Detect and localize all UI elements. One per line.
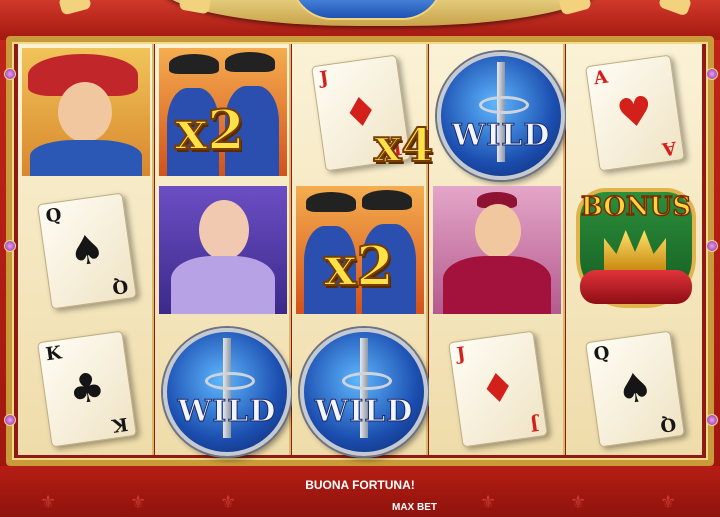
- card-rank: K: [44, 342, 63, 366]
- face: [475, 204, 521, 258]
- fleur-de-lis-icon: ⚜: [660, 492, 677, 513]
- fleur-de-lis-icon: ⚜: [570, 492, 587, 513]
- wild-label: WILD: [177, 394, 277, 430]
- sword-guard: [479, 96, 529, 114]
- card-rank: A: [660, 136, 678, 160]
- card-rank: A: [592, 66, 610, 90]
- cardinal-portrait: [433, 186, 561, 314]
- sword-guard: [205, 372, 255, 390]
- multiplier-x2: x2: [323, 233, 395, 299]
- bonus-label: BONUS: [580, 191, 692, 223]
- symbol-wild-x4: WILD: [431, 46, 565, 180]
- tunic: [30, 140, 142, 176]
- wild-label: WILD: [314, 394, 414, 430]
- sword-guard: [342, 372, 392, 390]
- payline-gem: [4, 68, 16, 80]
- wild-emblem: WILD: [437, 52, 565, 180]
- payline-gem: [706, 68, 718, 80]
- hat-icon: [306, 192, 356, 212]
- symbol-lady-with-sword: [157, 184, 289, 316]
- symbol-card-q-spade: Q ♠ Q: [568, 322, 700, 454]
- symbol-cardinal: [431, 184, 563, 316]
- reel-5: A ♥ A BONUS Q ♠ Q: [566, 44, 702, 455]
- fleur-de-lis-icon: ⚜: [480, 492, 497, 513]
- club-icon: ♣: [66, 363, 108, 415]
- payline-gem: [706, 240, 718, 252]
- lady-portrait: [159, 186, 287, 314]
- payline-gem: [4, 414, 16, 426]
- game-logo: [0, 0, 720, 36]
- payline-gem: [706, 414, 718, 426]
- wild-emblem: WILD: [163, 328, 291, 456]
- multiplier-x2: x2: [174, 97, 246, 163]
- card-rank: Q: [44, 204, 63, 228]
- heart-icon: ♥: [614, 87, 656, 139]
- playing-card: Q ♠ Q: [585, 330, 685, 448]
- reel-4: WILD J ♦ J: [429, 44, 565, 455]
- dress: [171, 256, 275, 314]
- face: [58, 82, 112, 142]
- bonus-emblem: BONUS: [570, 188, 700, 314]
- symbol-two-musketeers-x2: x2: [157, 46, 289, 178]
- wild-emblem: WILD: [300, 328, 428, 456]
- face: [199, 200, 249, 260]
- fleur-de-lis-icon: ⚜: [130, 492, 147, 513]
- card-rank: J: [318, 67, 330, 90]
- fleur-de-lis-icon: ⚜: [220, 492, 237, 513]
- spade-icon: ♠: [614, 363, 656, 415]
- symbol-card-k-club: K ♣ K: [20, 322, 152, 454]
- logo-ornament: [178, 0, 212, 15]
- max-bet-button[interactable]: MAX BET: [392, 502, 437, 513]
- card-rank: Q: [592, 342, 611, 366]
- symbol-card-j-diamond: J ♦ J: [431, 322, 563, 454]
- card-rank: K: [111, 412, 130, 436]
- reel-2: x2 WILD: [155, 44, 291, 456]
- card-rank: J: [455, 343, 467, 366]
- wild-label: WILD: [451, 118, 551, 154]
- card-rank: Q: [111, 274, 130, 298]
- robe: [443, 256, 551, 314]
- symbol-bonus-crown: BONUS: [568, 184, 700, 316]
- card-rank: Q: [659, 412, 678, 436]
- logo-ornament-left: [58, 0, 92, 16]
- symbol-card-a-heart: A ♥ A: [568, 46, 700, 178]
- spade-icon: ♠: [66, 225, 108, 277]
- playing-card: Q ♠ Q: [37, 192, 137, 310]
- status-message: BUONA FORTUNA!: [305, 478, 415, 492]
- logo-ornament-right: [657, 0, 693, 17]
- symbol-two-musketeers-x2: x2: [294, 184, 426, 316]
- hat-icon: [362, 190, 412, 210]
- fleur-de-lis-icon: ⚜: [40, 492, 57, 513]
- diamond-icon: ♦: [477, 363, 519, 415]
- payline-gem: [4, 240, 16, 252]
- hat-icon: [169, 54, 219, 74]
- hat-icon: [225, 52, 275, 72]
- logo-ornament: [558, 0, 592, 16]
- symbol-musketeer-captain: [20, 46, 152, 178]
- playing-card: K ♣ K: [37, 330, 137, 448]
- reel-3: J ♦ J x2 WILD: [292, 44, 428, 456]
- playing-card: A ♥ A: [585, 54, 685, 172]
- musketeer-captain-portrait: [22, 48, 150, 176]
- symbol-wild: WILD: [157, 322, 291, 456]
- card-rank: J: [529, 412, 541, 435]
- symbol-card-q-spade: Q ♠ Q: [20, 184, 152, 316]
- playing-card: J ♦ J: [448, 330, 548, 448]
- cushion: [580, 270, 692, 304]
- symbol-wild: WILD: [294, 322, 428, 456]
- reel-1: Q ♠ Q K ♣ K: [18, 44, 154, 455]
- multiplier-x4: x4: [373, 117, 434, 173]
- reel-grid: Q ♠ Q K ♣ K x2 WILD J ♦ J x2 WILD WILD J…: [18, 44, 702, 456]
